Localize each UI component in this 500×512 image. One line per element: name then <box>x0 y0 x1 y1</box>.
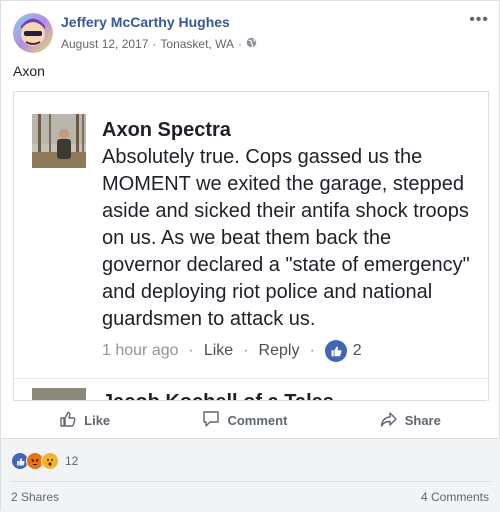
post-date[interactable]: August 12, 2017 <box>61 37 148 51</box>
shares-count[interactable]: 2 Shares <box>11 490 59 504</box>
wow-reaction-icon <box>41 452 59 470</box>
comment-text: Absolutely true. Cops gassed us the MOME… <box>102 146 470 330</box>
share-arrow-icon <box>380 410 398 431</box>
reaction-count: 12 <box>65 454 79 468</box>
share-button[interactable]: Share <box>380 410 441 431</box>
comment-label: Comment <box>227 412 288 428</box>
action-separator: · <box>243 342 249 359</box>
action-separator: · <box>188 342 194 359</box>
comment-like-link: Like <box>203 342 234 359</box>
summary-divider <box>11 481 491 482</box>
commenter-avatar <box>32 114 86 168</box>
facebook-post: Jeffery McCarthy Hughes August 12, 2017 … <box>0 0 500 512</box>
comment-button[interactable]: Comment <box>202 410 287 431</box>
comment-divider <box>14 378 488 379</box>
action-separator: · <box>309 342 315 359</box>
share-label: Share <box>404 412 441 428</box>
comment-time: 1 hour ago <box>102 342 179 359</box>
comment-actions: 1 hour ago · Like · Reply · 2 <box>102 340 362 362</box>
comment-like-count: 2 <box>352 342 362 359</box>
post-location[interactable]: Tonasket, WA <box>160 37 234 51</box>
author-avatar[interactable] <box>13 13 53 53</box>
more-options-button[interactable]: ••• <box>469 11 489 29</box>
speech-bubble-icon <box>202 410 220 431</box>
globe-icon[interactable] <box>246 37 257 51</box>
thumbs-up-icon <box>324 340 347 362</box>
meta-separator: · <box>238 37 242 51</box>
like-label: Like <box>84 412 111 428</box>
reaction-summary[interactable]: 12 <box>11 452 78 470</box>
meta-separator: · <box>152 37 157 51</box>
post-action-bar: Like Comment Share <box>13 400 487 439</box>
author-name[interactable]: Jeffery McCarthy Hughes <box>61 14 230 30</box>
post-meta: August 12, 2017 · Tonasket, WA · <box>61 37 257 51</box>
comment-reply-link: Reply <box>258 342 300 359</box>
like-button[interactable]: Like <box>59 410 110 431</box>
comments-count[interactable]: 4 Comments <box>421 490 489 504</box>
thumbs-up-icon <box>59 410 77 431</box>
post-summary: 12 2 Shares 4 Comments <box>1 438 500 512</box>
shared-comment-screenshot: Axon Spectra Absolutely true. Cops gasse… <box>13 91 489 401</box>
post-text: Axon <box>13 63 45 79</box>
commenter-name: Axon Spectra <box>102 119 231 141</box>
